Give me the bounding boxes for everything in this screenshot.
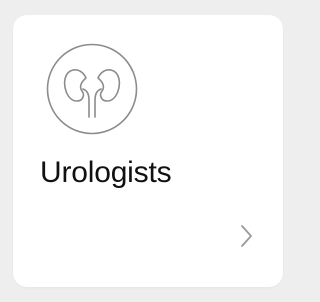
card-title: Urologists <box>40 156 172 189</box>
urologists-card[interactable]: Urologists <box>13 15 283 287</box>
kidneys-icon <box>46 43 138 135</box>
chevron-right-icon[interactable] <box>235 222 257 250</box>
